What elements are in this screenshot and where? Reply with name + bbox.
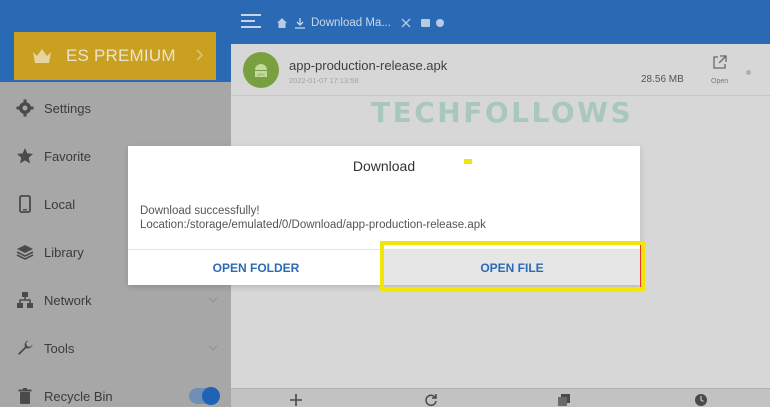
gear-icon [16,99,34,117]
star-icon [17,148,33,164]
dialog-message-line: Location:/storage/emulated/0/Download/ap… [140,219,486,231]
bottom-toolbar [231,388,770,407]
sidebar-item-settings[interactable]: Settings [0,88,231,128]
top-bar: Download Ma... [231,0,770,44]
sidebar-item-label: Network [44,292,92,308]
list-item[interactable]: APK app-production-release.apk 2022-01-0… [231,44,770,96]
menu-icon[interactable] [241,12,261,30]
sidebar-item-label: Settings [44,100,91,116]
sidebar-item-label: Recycle Bin [44,388,113,404]
open-external-icon[interactable] [712,55,727,70]
toggle-knob [202,387,220,405]
sidebar-item-recycle-bin[interactable]: Recycle Bin [0,376,231,407]
sidebar-item-label: Library [44,244,84,260]
file-name: app-production-release.apk [289,58,448,73]
close-icon[interactable] [401,18,411,28]
home-icon[interactable] [276,17,288,29]
chevron-down-icon [208,297,218,303]
apk-file-icon: APK [243,52,279,88]
history-icon[interactable] [694,393,708,407]
add-icon[interactable] [289,393,303,407]
phone-icon [19,195,31,213]
watermark-logo: TECHFOLLOWS [371,96,634,129]
sidebar-item-label: Favorite [44,148,91,164]
file-date: 2022-01-07 17:13:58 [289,76,359,85]
open-label[interactable]: Open [711,78,728,85]
crown-icon [33,49,51,63]
annotation-mark [464,159,472,164]
trash-icon [18,388,32,404]
dialog-title: Download [352,158,416,174]
breadcrumb[interactable]: Download Ma... [276,13,444,33]
wrench-icon [18,340,33,355]
cloud-icon[interactable] [436,19,444,27]
windows-icon[interactable] [557,393,571,407]
premium-label: ES PREMIUM [66,46,176,65]
dialog-message-line: Download successfully! [140,205,260,217]
breadcrumb-label: Download Ma... [311,17,391,29]
chevron-down-icon [208,345,218,351]
dialog-message: Download successfully! Location:/storage… [140,204,630,232]
sidebar-item-network[interactable]: Network [0,280,231,320]
sidebar-item-label: Tools [44,340,75,356]
svg-text:APK: APK [257,72,265,77]
open-file-button[interactable]: OPEN FILE [384,250,640,285]
android-icon: APK [255,64,267,77]
layers-icon [16,245,34,260]
sidebar-item-tools[interactable]: Tools [0,328,231,368]
open-folder-button[interactable]: OPEN FOLDER [128,250,384,285]
download-icon [295,18,305,29]
chevron-right-icon [196,49,204,61]
network-icon [17,292,33,308]
refresh-icon[interactable] [424,393,438,407]
file-size: 28.56 MB [641,74,684,85]
recycle-bin-toggle[interactable] [189,387,220,405]
window-icon[interactable] [421,19,430,27]
premium-banner[interactable]: ES PREMIUM [14,32,216,80]
scroll-indicator [746,70,751,75]
download-dialog: Download Download successfully! Location… [128,146,640,285]
sidebar-item-label: Local [44,196,76,212]
